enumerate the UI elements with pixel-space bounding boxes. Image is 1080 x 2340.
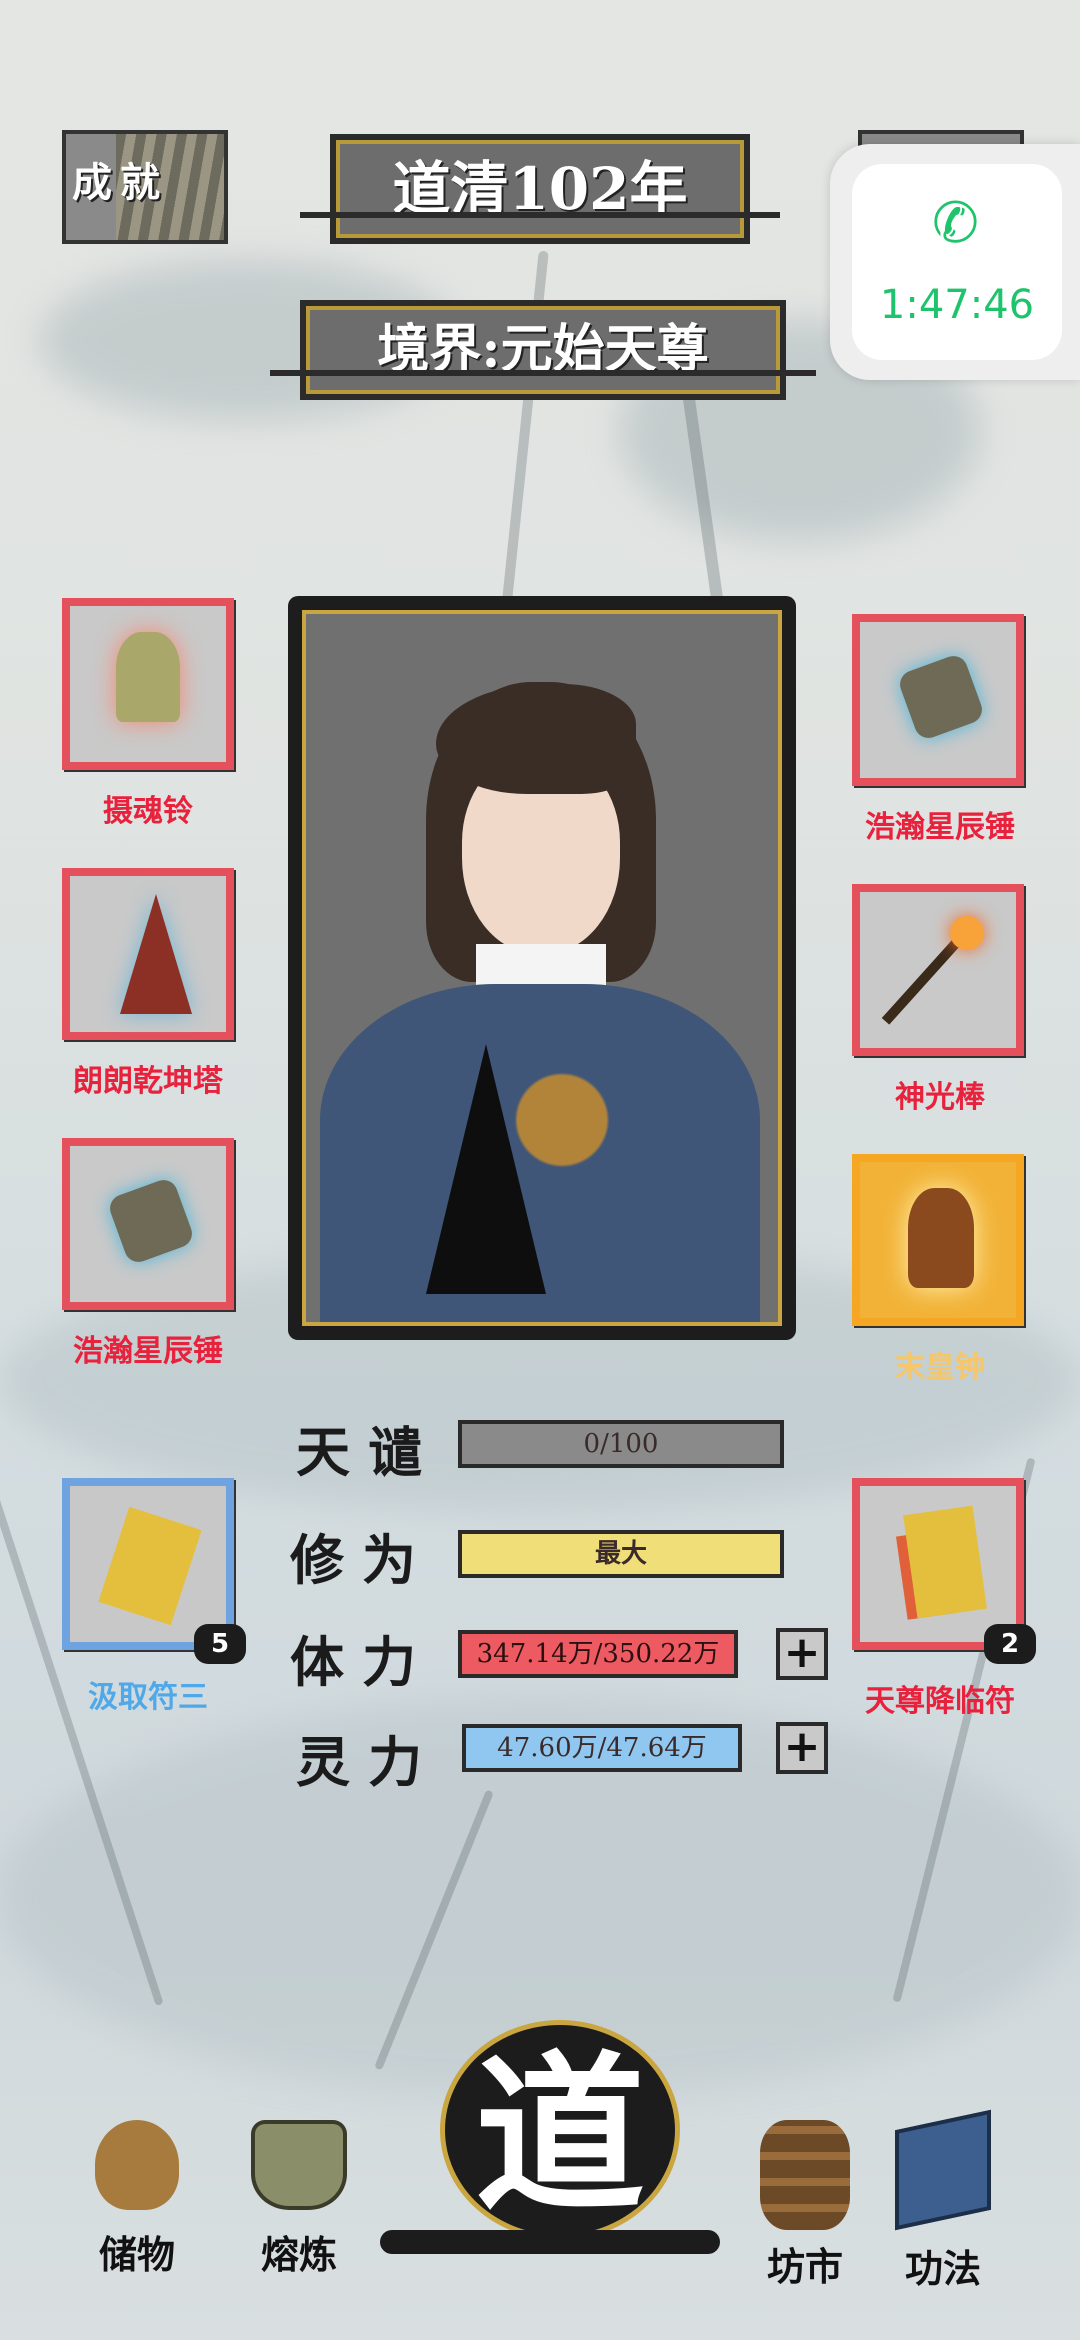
nav-smelt-label: 熔炼 [260,2232,337,2277]
character-fringe [436,684,636,794]
book-icon [895,2109,991,2231]
realm-title-frame: 境界:元始天尊 [300,300,786,400]
realm-title-bar [270,370,816,376]
talisman-ribbon-icon [903,1505,987,1619]
year-title-frame: 道清102年 [330,134,750,244]
equip-label-right-1: 浩瀚星辰锤 [865,810,1015,845]
stamina-plus-button[interactable]: + [776,1628,828,1680]
equip-label-right-2: 神光棒 [895,1080,985,1115]
stat-bar-tribulation: 0/100 [458,1420,784,1468]
equip-label-left-2: 朗朗乾坤塔 [73,1064,223,1099]
talisman-left-count: 5 [194,1624,246,1664]
hammer-icon [106,1176,196,1266]
talisman-right-count: 2 [984,1624,1036,1664]
stat-label-tribulation: 天谴 [296,1420,440,1484]
stat-value-stamina: 347.14万/350.22万 [476,1639,720,1669]
coins-icon [760,2120,850,2230]
character-portrait[interactable] [302,610,782,1326]
nav-market-label: 坊市 [766,2244,843,2289]
nav-market[interactable]: 坊市 [730,2120,880,2291]
year-title: 道清102年 [392,155,688,223]
talisman-slot-right[interactable]: 2 [852,1478,1036,1664]
spirit-plus-button[interactable]: + [776,1722,828,1774]
equip-label-right-3: 末皇钟 [895,1350,985,1385]
nav-storage-label: 储物 [98,2232,175,2277]
phone-icon: ✆ [932,191,979,256]
talisman-icon [98,1506,202,1626]
nav-dao-label: 道 [474,2035,645,2235]
bell-icon [116,632,180,722]
nav-dao[interactable]: 道 [380,1980,720,2280]
pagoda-icon [120,894,192,1014]
stat-value-tribulation: 0/100 [583,1429,659,1459]
call-widget[interactable]: ✆ 1:47:46 [830,144,1080,380]
equip-slot-right-3[interactable] [852,1154,1024,1326]
call-timer: 1:47:46 [879,282,1035,328]
equip-label-left-3: 浩瀚星辰锤 [73,1334,223,1369]
stat-bar-cultivation: 最大 [458,1530,784,1578]
talisman-label-right: 天尊降临符 [865,1684,1015,1719]
character-portrait-frame [288,596,796,1340]
hammer-icon [896,652,986,742]
nav-storage[interactable]: 储物 [62,2120,212,2279]
stat-label-stamina: 体力 [290,1630,434,1694]
equip-slot-right-1[interactable] [852,614,1024,786]
bag-icon [95,2120,179,2210]
stat-value-spirit: 47.60万/47.64万 [497,1733,707,1763]
stat-label-spirit: 灵力 [296,1730,440,1794]
nav-skills[interactable]: 功法 [868,2109,1018,2293]
year-title-bar [300,212,780,218]
stat-bar-stamina: 347.14万/350.22万 [458,1630,738,1678]
equip-slot-left-2[interactable] [62,868,234,1040]
stat-bar-spirit: 47.60万/47.64万 [462,1724,742,1772]
nav-smelt[interactable]: 熔炼 [224,2120,374,2279]
talisman-label-left: 汲取符三 [88,1680,208,1715]
talisman-slot-left[interactable]: 5 [62,1478,246,1664]
achievement-label: 成就 [72,159,168,206]
cauldron-icon [251,2120,347,2210]
nav-skills-label: 功法 [904,2246,981,2291]
equip-slot-right-2[interactable] [852,884,1024,1056]
stat-value-cultivation: 最大 [594,1539,647,1569]
staff-flame-icon [950,916,984,950]
stat-label-cultivation: 修为 [290,1528,434,1592]
equip-slot-left-1[interactable] [62,598,234,770]
golden-bell-icon [908,1188,974,1288]
equip-label-left-1: 摄魂铃 [103,794,193,829]
character-robe-fold [426,1044,546,1294]
achievement-button[interactable]: 成就 [62,130,228,244]
equip-slot-left-3[interactable] [62,1138,234,1310]
realm-title: 境界:元始天尊 [377,319,709,380]
